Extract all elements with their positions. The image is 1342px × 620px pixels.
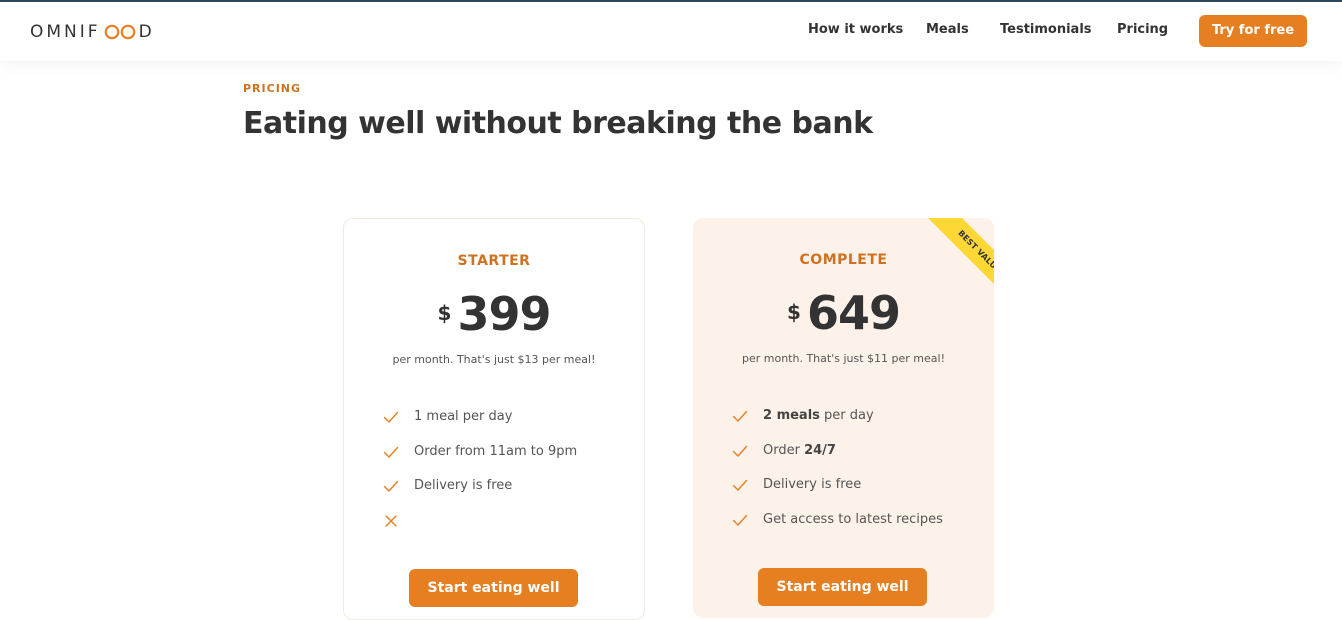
check-icon [732, 445, 748, 457]
nav-meals[interactable]: Meals [926, 22, 969, 37]
list-item: Order from 11am to 9pm [382, 444, 577, 479]
list-item [382, 513, 577, 548]
feature-text: 2 meals per day [763, 408, 874, 423]
list-item: 1 meal per day [382, 409, 577, 444]
list-item: 2 meals per day [731, 408, 943, 443]
check-icon [383, 446, 399, 458]
nav-testimonials[interactable]: Testimonials [1000, 22, 1092, 37]
section-heading: Eating well without breaking the bank [243, 106, 873, 141]
feature-list: 2 meals per day Order 24/7 Delivery is f… [731, 408, 943, 546]
list-item: Delivery is free [382, 478, 577, 513]
check-icon [732, 410, 748, 422]
list-item: Order 24/7 [731, 443, 943, 478]
feature-rest: per day [819, 408, 874, 423]
currency-symbol: $ [437, 301, 452, 325]
nav-pricing[interactable]: Pricing [1117, 22, 1168, 37]
section-subheading: PRICING [243, 82, 302, 95]
nav-how-it-works[interactable]: How it works [808, 22, 903, 37]
check-icon [383, 411, 399, 423]
plan-name: COMPLETE [799, 252, 888, 268]
feature-text: 1 meal per day [414, 409, 513, 424]
feature-text: Get access to latest recipes [763, 511, 943, 527]
feature-text: Order 24/7 [763, 443, 836, 458]
logo-text-left: OMNIF [30, 22, 101, 42]
try-for-free-button[interactable]: Try for free [1199, 15, 1307, 47]
start-eating-well-button[interactable]: Start eating well [409, 569, 578, 607]
feature-bold: 2 meals [763, 408, 820, 423]
check-icon [732, 479, 748, 491]
feature-text: Order from 11am to 9pm [414, 443, 578, 459]
plan-price: $649 [693, 286, 994, 340]
check-icon [732, 514, 748, 526]
plan-name: STARTER [457, 253, 531, 269]
site-header: OMNIF D How it works Meals Testimonials … [0, 2, 1342, 61]
pricing-card-starter: STARTER $399 per month. That's just $13 … [343, 218, 645, 620]
close-icon [385, 515, 397, 527]
feature-text: Delivery is free [763, 477, 862, 493]
price-note: per month. That's just $11 per meal! [742, 352, 945, 365]
feature-list: 1 meal per day Order from 11am to 9pm De… [382, 409, 577, 547]
logo-text-right: D [138, 22, 155, 42]
feature-text: Delivery is free [414, 478, 513, 494]
list-item: Delivery is free [731, 477, 943, 512]
start-eating-well-button[interactable]: Start eating well [758, 568, 927, 606]
feature-bold: 24/7 [804, 442, 836, 458]
logo-infinity-icon [104, 24, 135, 40]
check-icon [383, 480, 399, 492]
price-amount: 649 [806, 286, 901, 340]
list-item: Get access to latest recipes [731, 512, 943, 547]
price-note: per month. That's just $13 per meal! [392, 353, 596, 366]
currency-symbol: $ [787, 300, 801, 324]
pricing-card-complete: BEST VALUE COMPLETE $649 per month. That… [693, 218, 994, 618]
feature-pre: Order [763, 442, 805, 458]
plan-price: $399 [344, 287, 644, 341]
omnifood-logo[interactable]: OMNIF D [30, 22, 155, 42]
price-amount: 399 [457, 287, 551, 341]
